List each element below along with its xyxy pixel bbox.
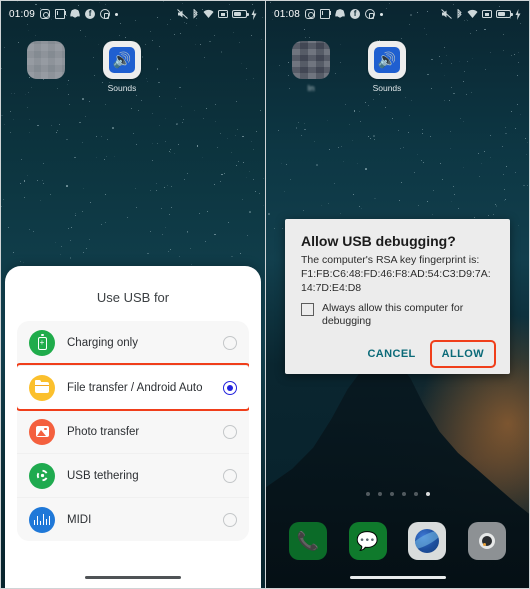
use-usb-for-sheet: Use USB for Charging only File transfer … — [5, 266, 261, 588]
facebook-icon — [350, 9, 361, 19]
mail-icon — [320, 9, 331, 19]
snapchat-ghost-icon — [335, 9, 346, 18]
dot-icon — [380, 12, 384, 16]
badge-circle-icon — [365, 9, 376, 19]
gesture-bar[interactable] — [349, 575, 446, 579]
charging-bolt-icon — [251, 8, 257, 20]
option-radio[interactable] — [223, 380, 237, 395]
page-dot[interactable] — [377, 492, 382, 496]
cancel-button[interactable]: CANCEL — [357, 342, 425, 366]
status-bar-left: 01:08 — [274, 8, 384, 20]
battery-icon — [496, 10, 513, 18]
usb-option-usb-tethering[interactable]: USB tethering — [17, 453, 249, 497]
app-item-sounds[interactable]: 🔊 Sounds — [91, 41, 153, 93]
mail-icon — [55, 9, 66, 19]
wifi-icon — [203, 9, 214, 19]
sounds-speaker-icon: 🔊 — [103, 41, 141, 79]
gesture-bar[interactable] — [85, 575, 181, 579]
option-radio[interactable] — [223, 468, 237, 483]
status-clock: 01:09 — [9, 8, 36, 20]
app-item-blurred[interactable]: In — [280, 41, 342, 93]
dialog-actions: CANCEL ALLOW — [301, 340, 497, 369]
phone-icon[interactable]: 📞 — [288, 522, 327, 560]
option-label: Photo transfer — [67, 425, 140, 438]
option-label: MIDI — [67, 513, 92, 526]
status-bar: 01:08 — [266, 1, 529, 27]
sounds-speaker-icon: 🔊 — [368, 41, 406, 79]
screenshot-root: 01:09 f 🔊 Sounds Use USB for + Charging … — [0, 0, 530, 589]
usb-option-midi[interactable]: MIDI — [17, 497, 249, 541]
home-app-grid: In 🔊 Sounds — [266, 41, 529, 93]
dock: 📞 💬 — [266, 522, 529, 560]
camera-circle-icon — [40, 9, 51, 19]
status-bar-right — [441, 8, 521, 20]
page-dot[interactable] — [413, 492, 418, 496]
option-radio[interactable] — [223, 336, 237, 350]
battery-icon — [232, 10, 249, 18]
usb-option-file-transfer[interactable]: File transfer / Android Auto — [17, 363, 249, 411]
battery-icon — [29, 330, 55, 356]
usb-debugging-dialog: Allow USB debugging? The computer's RSA … — [285, 219, 510, 375]
always-allow-checkbox-row[interactable]: Always allow this computer for debugging — [301, 302, 494, 329]
status-clock: 01:08 — [274, 8, 301, 20]
camera-circle-icon — [305, 9, 316, 19]
page-dot[interactable] — [389, 492, 394, 496]
status-bar: 01:09 — [1, 1, 265, 27]
home-app-grid: 🔊 Sounds — [1, 41, 265, 93]
speaker-glyph: 🔊 — [109, 47, 135, 73]
left-phone-screen: 01:09 f 🔊 Sounds Use USB for + Charging … — [0, 0, 265, 589]
page-dot[interactable] — [401, 492, 406, 496]
dot-icon — [115, 12, 119, 16]
rsa-fingerprint: F1:FB:C6:48:FD:46:F8:AD:54:C3:D9:7A:14:7… — [301, 267, 491, 294]
bluetooth-icon — [456, 8, 463, 20]
charging-bolt-icon — [515, 8, 521, 20]
sim-card-icon — [218, 10, 228, 18]
bluetooth-icon — [192, 8, 199, 20]
photo-icon — [29, 418, 55, 445]
page-indicator — [266, 492, 529, 496]
sim-card-icon — [482, 10, 492, 18]
midi-icon — [29, 506, 55, 533]
usb-option-charging-only[interactable]: Charging only — [17, 321, 249, 365]
page-dot[interactable] — [365, 492, 370, 496]
wifi-icon — [467, 9, 478, 19]
option-label: File transfer / Android Auto — [67, 381, 203, 394]
right-phone-screen: 01:08 f In 🔊 Sounds Allow USB debugging?… — [265, 0, 530, 589]
app-item-blurred[interactable] — [15, 41, 77, 93]
status-bar-left: 01:09 — [9, 8, 119, 20]
blurred-app-icon — [292, 41, 330, 79]
blurred-app-icon — [27, 41, 65, 79]
app-item-sounds[interactable]: 🔊 Sounds — [356, 41, 418, 93]
messages-icon[interactable]: 💬 — [348, 522, 387, 560]
usb-option-list: Charging only File transfer / Android Au… — [17, 321, 249, 541]
always-allow-label: Always allow this computer for debugging — [322, 301, 464, 328]
app-label: In — [307, 83, 315, 93]
option-label: USB tethering — [67, 469, 139, 482]
dialog-title: Allow USB debugging? — [301, 233, 456, 249]
snapchat-ghost-icon — [70, 9, 81, 18]
facebook-icon — [85, 9, 96, 19]
option-radio[interactable] — [223, 512, 237, 527]
app-label: Sounds — [107, 83, 137, 93]
mute-icon — [177, 9, 188, 19]
app-label: Sounds — [372, 83, 402, 93]
option-radio[interactable] — [223, 424, 237, 439]
allow-button[interactable]: ALLOW — [429, 340, 497, 369]
page-dot-active[interactable] — [425, 492, 430, 496]
folder-icon — [29, 374, 55, 401]
camera-icon[interactable] — [468, 522, 507, 560]
option-label: Charging only — [67, 337, 138, 349]
sheet-title: Use USB for — [96, 290, 170, 305]
always-allow-checkbox[interactable] — [301, 302, 314, 316]
dialog-body: The computer's RSA key fingerprint is: — [301, 254, 480, 266]
badge-circle-icon — [100, 9, 111, 19]
browser-globe-icon[interactable] — [408, 522, 447, 560]
status-bar-right — [177, 8, 257, 20]
speaker-glyph: 🔊 — [374, 47, 400, 73]
mute-icon — [441, 9, 452, 19]
usb-option-photo-transfer[interactable]: Photo transfer — [17, 409, 249, 453]
tethering-icon — [29, 462, 55, 489]
